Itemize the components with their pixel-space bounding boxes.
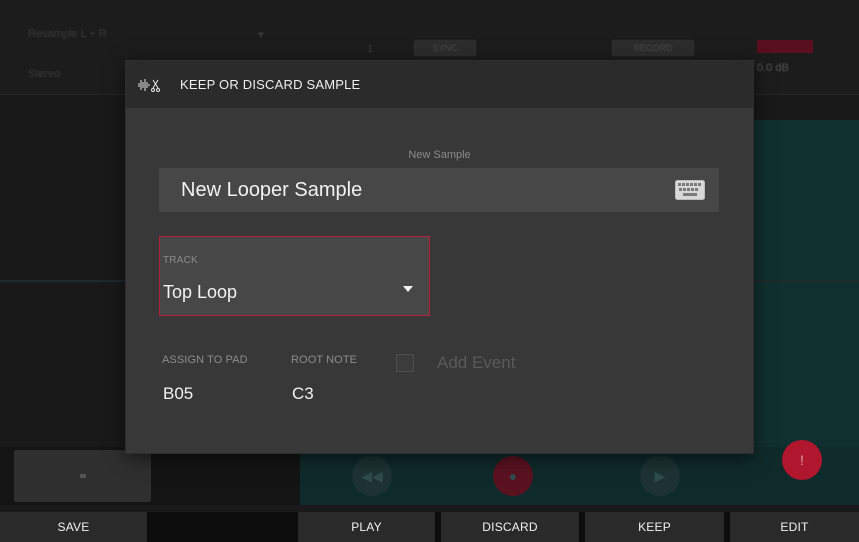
sample-name-value: New Looper Sample <box>181 179 363 201</box>
dialog-title: KEEP OR DISCARD SAMPLE <box>180 77 361 92</box>
root-note-caption: ROOT NOTE <box>291 354 358 366</box>
bg-waveform-region <box>740 120 859 450</box>
bg-sample-source: Resample L + R <box>28 28 107 40</box>
bg-record-chip: RECORD <box>612 40 694 56</box>
bg-sync-chip: SYNC <box>414 40 476 56</box>
bg-dropdown-icon: ▾ <box>258 29 264 41</box>
track-caption: TRACK <box>163 255 198 266</box>
root-note-value[interactable]: C3 <box>292 384 314 404</box>
empty-softkey <box>151 512 294 542</box>
add-event-label: Add Event <box>437 353 516 372</box>
discard-button[interactable]: DISCARD <box>441 512 579 542</box>
sample-name-field[interactable]: New Looper Sample <box>159 168 719 212</box>
play-button[interactable]: PLAY <box>298 512 435 542</box>
bg-record-icon: ● <box>493 456 533 496</box>
bg-rewind-icon: ◀◀ <box>352 456 392 496</box>
bg-mode: Stereo <box>28 68 61 80</box>
bg-stop-icon: ! <box>782 440 822 480</box>
edit-button[interactable]: EDIT <box>730 512 859 542</box>
save-button[interactable]: SAVE <box>0 512 147 542</box>
keep-discard-dialog: KEEP OR DISCARD SAMPLE New Sample New Lo… <box>126 61 753 453</box>
dialog-header: KEEP OR DISCARD SAMPLE <box>126 61 753 108</box>
waveform-scissors-icon <box>138 79 160 92</box>
chevron-down-icon <box>403 286 413 292</box>
new-sample-caption: New Sample <box>408 149 471 161</box>
keyboard-icon[interactable] <box>675 180 705 200</box>
assign-to-pad-caption: ASSIGN TO PAD <box>162 354 248 366</box>
keep-button[interactable]: KEEP <box>585 512 724 542</box>
bg-pad-indicator <box>80 474 86 478</box>
softkey-bar: SAVE PLAY DISCARD KEEP EDIT <box>0 512 859 542</box>
track-value: Top Loop <box>163 282 238 302</box>
add-event-checkbox[interactable] <box>396 354 414 372</box>
assign-to-pad-value[interactable]: B05 <box>163 384 193 404</box>
bg-level-meter <box>757 40 813 53</box>
bg-threshold-value: 1 <box>367 43 374 55</box>
bg-play-icon: ▶ <box>640 456 680 496</box>
bg-level-readout: 0.0 dB <box>757 62 789 74</box>
track-select[interactable]: TRACK Top Loop <box>159 236 430 316</box>
